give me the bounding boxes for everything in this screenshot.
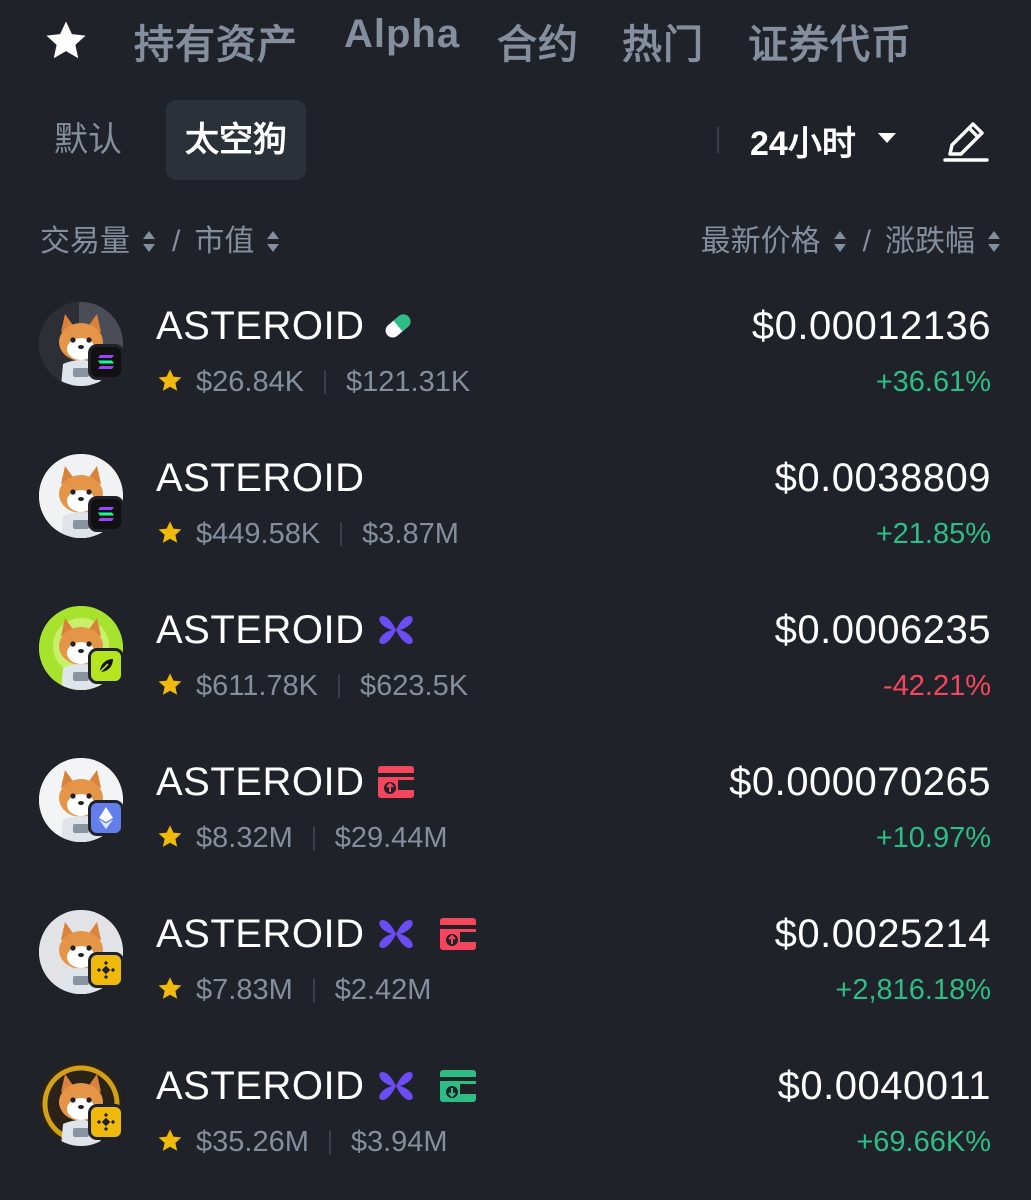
subtab-space-dog[interactable]: 太空狗	[166, 100, 306, 180]
favorite-star-icon[interactable]	[156, 1127, 184, 1155]
token-stats: $26.84K $121.31K	[156, 366, 470, 399]
separator	[340, 522, 343, 546]
token-row[interactable]: ASTEROID $8.32M $29.44M $0.000070265 +10.…	[0, 738, 1031, 890]
volume-value: $8.32M	[196, 822, 293, 854]
tab-security-tokens[interactable]: 证券代币	[748, 12, 912, 70]
edit-pencil-icon[interactable]	[940, 114, 992, 166]
separator	[312, 826, 315, 850]
favorite-star-icon[interactable]	[156, 823, 184, 851]
period-selector[interactable]: 24小时	[750, 116, 856, 165]
butterfly-icon	[376, 1068, 416, 1104]
market-cap-value: $29.44M	[334, 822, 448, 854]
price-value: $0.0040011	[777, 1064, 991, 1108]
caret-down-icon[interactable]	[878, 133, 896, 143]
favorites-star-icon[interactable]	[42, 18, 90, 64]
separator	[328, 1130, 331, 1154]
volume-value: $449.58K	[196, 518, 321, 550]
token-name: ASTEROID	[156, 760, 365, 804]
token-row[interactable]: ASTEROID $611.78K $623.5K $0.0006235 -42.…	[0, 586, 1031, 738]
leaf-icon	[88, 648, 124, 684]
price-value: $0.00012136	[751, 304, 991, 348]
price-value: $0.000070265	[729, 760, 991, 804]
token-stats: $7.83M $2.42M	[156, 974, 431, 1007]
favorite-star-icon[interactable]	[156, 367, 184, 395]
token-stats: $8.32M $29.44M	[156, 822, 448, 855]
market-cap-value: $623.5K	[360, 670, 469, 702]
right-column-header: 最新价格 / 涨跌幅	[701, 216, 1001, 260]
volume-value: $35.26M	[196, 1126, 309, 1158]
sort-market-cap-header[interactable]: 市值	[194, 225, 254, 258]
volume-value: $7.83M	[196, 974, 293, 1006]
favorite-star-icon[interactable]	[156, 975, 184, 1003]
red-wallet-icon	[438, 916, 478, 952]
price-value: $0.0038809	[774, 456, 991, 500]
change-value: +69.66K%	[856, 1126, 991, 1158]
change-value: +2,816.18%	[835, 974, 991, 1006]
change-value: -42.21%	[882, 670, 991, 702]
token-name: ASTEROID	[156, 608, 365, 652]
market-cap-value: $3.94M	[350, 1126, 448, 1158]
sort-arrows-icon[interactable]	[142, 228, 156, 258]
solana-icon	[88, 496, 124, 532]
token-name: ASTEROID	[156, 1064, 365, 1108]
separator	[324, 370, 327, 394]
volume-value: $611.78K	[196, 670, 319, 702]
divider	[717, 127, 719, 153]
header-slash: /	[862, 225, 871, 258]
tab-alpha[interactable]: Alpha	[344, 12, 460, 57]
favorite-star-icon[interactable]	[156, 519, 184, 547]
token-name: ASTEROID	[156, 912, 365, 956]
change-value: +36.61%	[875, 366, 991, 398]
solana-icon	[88, 344, 124, 380]
favorite-star-icon[interactable]	[156, 671, 184, 699]
butterfly-icon	[376, 612, 416, 648]
price-value: $0.0025214	[774, 912, 991, 956]
separator	[312, 978, 315, 1002]
sort-change-header[interactable]: 涨跌幅	[885, 225, 975, 258]
separator	[338, 674, 341, 698]
token-row[interactable]: ASTEROID $26.84K $121.31K $0.00012136 +36…	[0, 282, 1031, 434]
volume-value: $26.84K	[196, 366, 305, 398]
top-tab-bar: 持有资产 Alpha 合约 热门 证券代币	[0, 0, 1031, 86]
bnb-icon	[88, 952, 124, 988]
change-value: +10.97%	[875, 822, 991, 854]
token-stats: $611.78K $623.5K	[156, 670, 468, 703]
sort-volume-header[interactable]: 交易量	[40, 225, 130, 258]
tab-holdings[interactable]: 持有资产	[134, 12, 298, 70]
price-value: $0.0006235	[774, 608, 991, 652]
change-value: +21.85%	[875, 518, 991, 550]
token-row[interactable]: ASTEROID $449.58K $3.87M $0.0038809 +21.8…	[0, 434, 1031, 586]
sort-arrows-icon[interactable]	[987, 228, 1001, 258]
token-stats: $35.26M $3.94M	[156, 1126, 448, 1159]
token-row[interactable]: ASTEROID $35.26M $3.94M $0.0040011 +69.66…	[0, 1042, 1031, 1194]
sort-arrows-icon[interactable]	[266, 228, 280, 258]
token-stats: $449.58K $3.87M	[156, 518, 459, 551]
tab-hot[interactable]: 热门	[622, 12, 704, 70]
token-name: ASTEROID	[156, 456, 365, 500]
ethereum-icon	[88, 800, 124, 836]
red-wallet-icon	[376, 764, 416, 800]
butterfly-icon	[376, 916, 416, 952]
market-cap-value: $2.42M	[334, 974, 432, 1006]
header-slash: /	[172, 225, 181, 258]
market-cap-value: $3.87M	[362, 518, 459, 550]
token-name: ASTEROID	[156, 304, 365, 348]
sort-price-header[interactable]: 最新价格	[701, 225, 821, 258]
token-row[interactable]: ASTEROID $7.83M $2.42M $0.0025214 +2,816.…	[0, 890, 1031, 1042]
tab-futures[interactable]: 合约	[497, 12, 579, 70]
bnb-icon	[88, 1104, 124, 1140]
pill-icon	[378, 308, 418, 344]
subtab-default[interactable]: 默认	[54, 100, 122, 180]
left-column-header: 交易量 / 市值	[40, 216, 290, 260]
sort-arrows-icon[interactable]	[833, 228, 847, 258]
green-wallet-icon	[438, 1068, 478, 1104]
market-cap-value: $121.31K	[346, 366, 471, 398]
